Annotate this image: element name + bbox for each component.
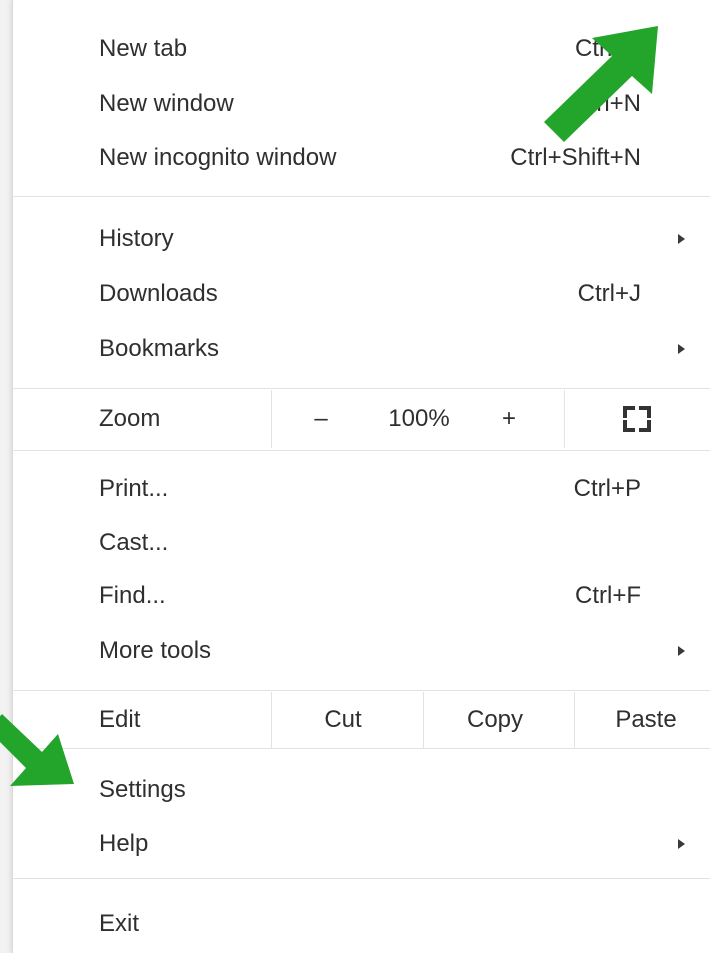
menu-item-downloads[interactable]: Downloads Ctrl+J: [13, 267, 710, 321]
zoom-divider: [271, 390, 272, 448]
menu-item-label: Settings: [99, 776, 186, 803]
edit-row: Edit Cut Copy Paste: [13, 692, 710, 748]
zoom-row: Zoom – 100% +: [13, 390, 710, 448]
menu-item-more-tools[interactable]: More tools: [13, 624, 710, 678]
menu-item-label: New incognito window: [99, 144, 337, 171]
copy-button[interactable]: Copy: [467, 706, 523, 734]
fullscreen-icon[interactable]: [623, 406, 651, 432]
menu-item-settings[interactable]: Settings: [13, 763, 710, 817]
menu-separator: [13, 748, 710, 749]
menu-item-label: New window: [99, 90, 234, 117]
menu-separator: [13, 388, 710, 389]
menu-item-label: Downloads: [99, 280, 218, 307]
submenu-arrow-icon: [678, 234, 685, 244]
paste-button[interactable]: Paste: [615, 706, 676, 734]
menu-item-shortcut: Ctrl+F: [575, 582, 641, 609]
menu-item-bookmarks[interactable]: Bookmarks: [13, 322, 710, 376]
zoom-level: 100%: [388, 405, 450, 432]
menu-item-exit[interactable]: Exit: [13, 897, 710, 951]
menu-item-shortcut: Ctrl+P: [573, 475, 641, 502]
chrome-menu: New tab Ctrl+T New window Ctrl+N New inc…: [12, 0, 710, 953]
menu-item-new-incognito-window[interactable]: New incognito window Ctrl+Shift+N: [13, 131, 710, 185]
zoom-divider: [564, 390, 565, 448]
menu-item-shortcut: Ctrl+N: [572, 90, 641, 117]
menu-item-label: Print...: [99, 475, 169, 502]
menu-item-label: Bookmarks: [99, 335, 220, 362]
edit-label: Edit: [99, 706, 141, 733]
menu-item-cast[interactable]: Cast...: [13, 516, 710, 570]
menu-item-print[interactable]: Print... Ctrl+P: [13, 462, 710, 516]
menu-item-label: Exit: [99, 910, 140, 937]
menu-item-label: Cast...: [99, 529, 169, 556]
zoom-out-button[interactable]: –: [314, 405, 327, 433]
submenu-arrow-icon: [678, 839, 685, 849]
menu-item-new-tab[interactable]: New tab Ctrl+T: [13, 22, 710, 76]
menu-item-label: Find...: [99, 582, 166, 609]
menu-item-label: More tools: [99, 637, 212, 664]
submenu-arrow-icon: [678, 646, 685, 656]
cut-button[interactable]: Cut: [324, 706, 361, 734]
menu-item-find[interactable]: Find... Ctrl+F: [13, 569, 710, 623]
edit-divider: [423, 692, 424, 748]
menu-item-label: Help: [99, 830, 149, 857]
menu-separator: [13, 450, 710, 451]
menu-item-shortcut: Ctrl+Shift+N: [510, 144, 641, 171]
submenu-arrow-icon: [678, 344, 685, 354]
menu-separator: [13, 690, 710, 691]
menu-item-new-window[interactable]: New window Ctrl+N: [13, 77, 710, 131]
menu-item-history[interactable]: History: [13, 212, 710, 266]
menu-item-label: History: [99, 225, 174, 252]
menu-item-label: New tab: [99, 35, 188, 62]
zoom-in-button[interactable]: +: [502, 405, 516, 433]
menu-separator: [13, 878, 710, 879]
menu-item-help[interactable]: Help: [13, 817, 710, 871]
edit-divider: [271, 692, 272, 748]
zoom-label: Zoom: [99, 405, 161, 432]
menu-item-shortcut: Ctrl+T: [575, 35, 641, 62]
menu-separator: [13, 196, 710, 197]
menu-item-shortcut: Ctrl+J: [577, 280, 641, 307]
edit-divider: [574, 692, 575, 748]
